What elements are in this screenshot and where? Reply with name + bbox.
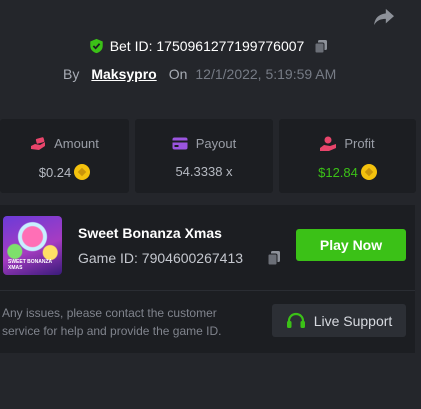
- amount-value: $0.24: [38, 164, 72, 180]
- bet-id-row: Bet ID: 1750961277199776007: [0, 38, 421, 57]
- profit-value: $12.84: [318, 164, 358, 180]
- username-link[interactable]: Maksypro: [91, 66, 156, 82]
- live-support-button[interactable]: Live Support: [272, 304, 406, 337]
- shield-check-icon: [89, 38, 103, 54]
- thumbnail-title: SWEET BONANZA XMAS: [8, 259, 52, 271]
- credit-card-icon: [172, 137, 188, 150]
- payout-value: 54.3338 x: [175, 164, 233, 179]
- headset-icon: [286, 312, 305, 328]
- copy-icon[interactable]: [314, 39, 328, 54]
- copy-game-id-icon[interactable]: [267, 250, 281, 266]
- stat-profit: Profit $12.84: [279, 119, 416, 193]
- share-icon[interactable]: [373, 7, 395, 27]
- stat-label: Amount: [54, 136, 99, 151]
- play-now-button[interactable]: Play Now: [296, 229, 406, 261]
- stat-payout: Payout 54.3338 x: [135, 119, 273, 193]
- game-thumbnail[interactable]: SWEET BONANZA XMAS: [3, 216, 62, 275]
- bet-meta: By Maksypro On 12/1/2022, 5:19:59 AM: [63, 66, 336, 82]
- on-label: On: [168, 66, 188, 82]
- stat-amount: Amount $0.24: [0, 119, 129, 193]
- money-hand-icon: [31, 136, 46, 150]
- bet-datetime: 12/1/2022, 5:19:59 AM: [195, 66, 337, 82]
- game-id: Game ID: 7904600267413: [78, 250, 244, 266]
- stat-label: Payout: [195, 136, 237, 151]
- game-card: SWEET BONANZA XMAS Sweet Bonanza Xmas Ga…: [0, 205, 415, 353]
- live-support-label: Live Support: [313, 312, 393, 329]
- bet-id: Bet ID: 1750961277199776007: [109, 38, 305, 54]
- stat-label: Profit: [344, 136, 375, 151]
- support-note: Any issues, please contact the customer …: [2, 306, 222, 338]
- profit-hand-icon: [320, 136, 337, 151]
- divider: [0, 290, 415, 291]
- coin-icon: [74, 164, 91, 180]
- coin-icon: [360, 164, 377, 180]
- game-name: Sweet Bonanza Xmas: [78, 225, 222, 241]
- by-label: By: [63, 66, 80, 82]
